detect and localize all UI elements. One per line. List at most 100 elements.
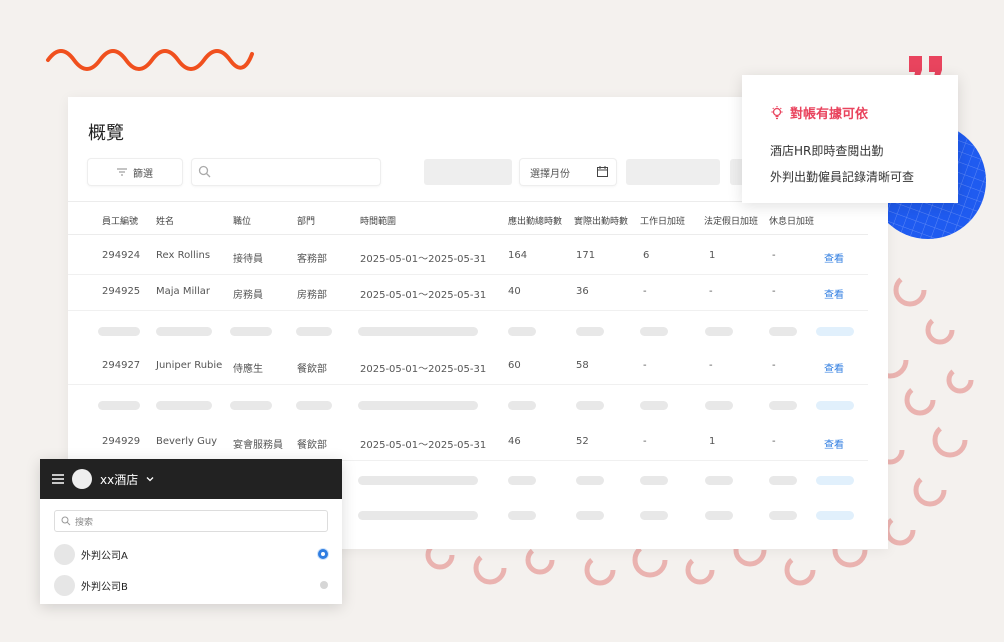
view-link[interactable]: 查看 [824, 436, 844, 451]
skeleton-bar [296, 327, 332, 336]
skeleton-bar [576, 511, 604, 520]
rest-day-overtime: - [772, 436, 776, 447]
radio-selected-icon[interactable] [318, 549, 328, 559]
skeleton-bar [705, 401, 733, 410]
filter-icon [117, 168, 127, 176]
skeleton-bar [156, 401, 212, 410]
menu-icon[interactable] [52, 474, 64, 484]
table-row: 294925 Maja Millar 房務員 房務部 2025-05-01～20… [68, 274, 868, 311]
view-link[interactable]: 查看 [824, 286, 844, 301]
skeleton-bar [508, 327, 536, 336]
employee-position: 侍應生 [233, 364, 263, 375]
hotel-name: xx酒店 [100, 472, 139, 487]
employee-department: 房務部 [297, 290, 327, 301]
view-link[interactable]: 查看 [824, 360, 844, 375]
employee-id: 294925 [102, 286, 141, 297]
column-header: 部門 [297, 217, 316, 227]
radio-unselected-icon[interactable] [320, 581, 328, 589]
required-hours: 46 [508, 436, 521, 447]
vendor-search-input[interactable]: 搜索 [54, 510, 328, 532]
skeleton-bar [816, 476, 854, 485]
callout-heading: 對帳有據可依 [770, 103, 868, 122]
skeleton-bar [640, 327, 668, 336]
search-icon [61, 516, 71, 526]
skeleton-bar [816, 511, 854, 520]
hotel-switcher-header[interactable]: xx酒店 [40, 459, 342, 499]
squiggle-decoration [46, 49, 254, 71]
employee-department: 客務部 [297, 254, 327, 265]
holiday-overtime: 1 [709, 250, 716, 261]
skeleton-bar [358, 327, 478, 336]
required-hours: 60 [508, 360, 521, 371]
vendor-avatar [54, 543, 75, 565]
skeleton-bar [816, 327, 854, 336]
vendor-option-b[interactable]: 外判公司B [54, 574, 328, 596]
search-input[interactable] [192, 159, 380, 185]
filter-button[interactable]: 篩選 [88, 159, 182, 185]
ring-shape [932, 422, 968, 458]
column-header: 休息日加班 [769, 217, 815, 227]
ring-shape [584, 554, 616, 586]
time-range: 2025-05-01～2025-05-31 [360, 254, 487, 265]
lightbulb-icon [771, 105, 783, 119]
rest-day-overtime: - [772, 360, 776, 371]
feature-callout: 對帳有據可依 酒店HR即時查閱出勤 外判出勤僱員記錄清晰可查 [742, 75, 958, 203]
employee-name: Beverly Guy [156, 436, 218, 447]
time-range: 2025-05-01～2025-05-31 [360, 364, 487, 375]
weekday-overtime: 6 [643, 250, 650, 261]
ring-shape [884, 514, 916, 546]
ring-shape [946, 366, 974, 394]
column-header: 姓名 [156, 217, 175, 227]
skeleton-bar [358, 476, 478, 485]
ring-shape [925, 315, 955, 345]
holiday-overtime: 1 [709, 436, 716, 447]
ring-shape [632, 542, 668, 578]
skeleton-bar [296, 401, 332, 410]
chevron-down-icon[interactable] [146, 476, 154, 482]
hotel-switcher-panel: xx酒店 搜索 外判公司A 外判公司B [40, 459, 342, 604]
weekday-overtime: - [643, 360, 647, 371]
vendor-search-placeholder: 搜索 [75, 517, 94, 528]
time-range: 2025-05-01～2025-05-31 [360, 290, 487, 301]
ring-shape [904, 384, 936, 416]
month-picker[interactable]: 選擇月份 [520, 159, 616, 185]
skeleton-bar [156, 327, 212, 336]
search-icon [198, 165, 211, 178]
rest-day-overtime: - [772, 286, 776, 297]
column-header: 工作日加班 [640, 217, 686, 227]
callout-title: 對帳有據可依 [790, 107, 869, 122]
time-range: 2025-05-01～2025-05-31 [360, 440, 487, 451]
callout-line: 酒店HR即時查閱出勤 [770, 144, 884, 158]
employee-department: 餐飲部 [297, 364, 327, 375]
skeleton-bar [576, 476, 604, 485]
holiday-overtime: - [709, 360, 713, 371]
skeleton-bar [508, 511, 536, 520]
skeleton-bar [576, 401, 604, 410]
actual-hours: 36 [576, 286, 589, 297]
skeleton-bar [508, 401, 536, 410]
view-link[interactable]: 查看 [824, 250, 844, 265]
employee-id: 294927 [102, 360, 141, 371]
vendor-option-a[interactable]: 外判公司A [54, 543, 328, 565]
callout-line: 外判出勤僱員記錄清晰可查 [770, 170, 915, 184]
placeholder-filter-2[interactable] [626, 159, 720, 185]
placeholder-filter-1[interactable] [424, 159, 512, 185]
skeleton-bar [816, 401, 854, 410]
employee-position: 宴會服務員 [233, 440, 283, 451]
skeleton-bar [640, 401, 668, 410]
employee-id: 294929 [102, 436, 141, 447]
weekday-overtime: - [643, 436, 647, 447]
skeleton-bar [358, 511, 478, 520]
skeleton-bar [769, 401, 797, 410]
skeleton-bar [705, 511, 733, 520]
table-header: 員工編號 姓名 職位 部門 時間範圍 應出勤總時數 實際出勤時數 工作日加班 法… [68, 201, 868, 235]
filter-label: 篩選 [133, 168, 153, 180]
column-header: 法定假日加班 [704, 217, 759, 227]
skeleton-bar [640, 511, 668, 520]
skeleton-bar [98, 401, 140, 410]
calendar-icon [597, 166, 608, 177]
ring-shape [893, 273, 927, 307]
table-row: 294929 Beverly Guy 宴會服務員 餐飲部 2025-05-01～… [68, 424, 868, 461]
actual-hours: 52 [576, 436, 589, 447]
loading-row [68, 321, 868, 343]
